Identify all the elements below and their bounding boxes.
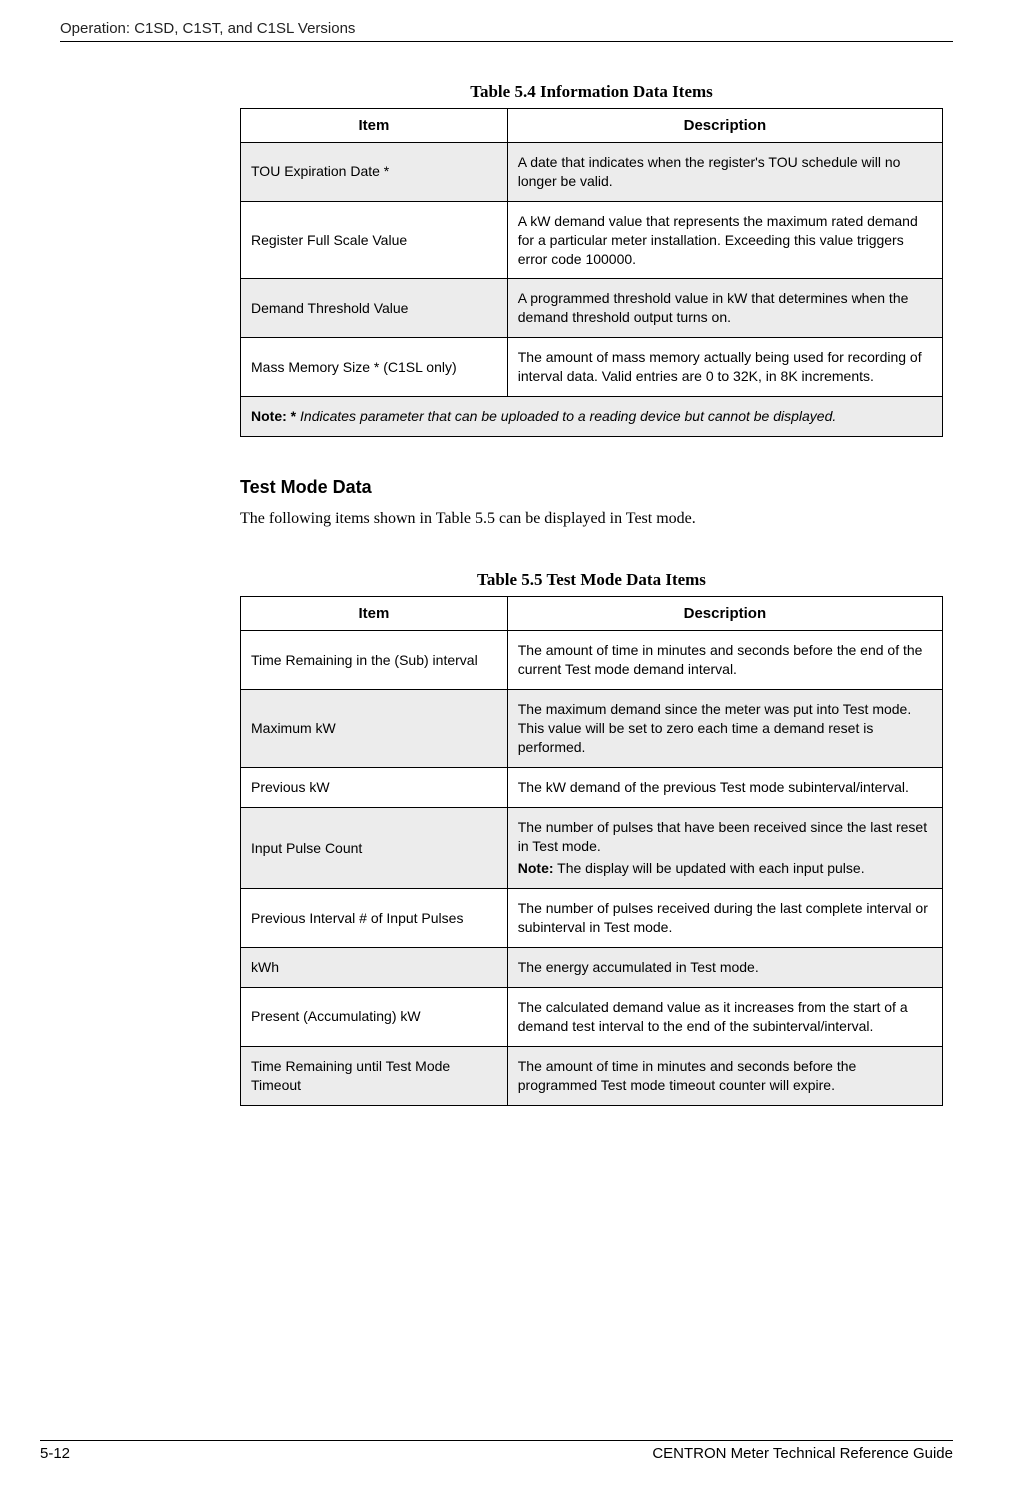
note-text: Indicates parameter that can be uploaded… xyxy=(296,408,836,424)
table-cell-item: TOU Expiration Date * xyxy=(241,143,508,202)
table-row: Input Pulse Count The number of pulses t… xyxy=(241,807,943,889)
table-cell-item: Previous Interval # of Input Pulses xyxy=(241,889,508,948)
desc-text: The number of pulses that have been rece… xyxy=(518,819,927,854)
table-cell-item: Time Remaining in the (Sub) interval xyxy=(241,631,508,690)
section-heading: Test Mode Data xyxy=(240,477,943,498)
table-cell-item: Present (Accumulating) kW xyxy=(241,987,508,1046)
table-note-row: Note: * Indicates parameter that can be … xyxy=(241,397,943,437)
footer-document-title: CENTRON Meter Technical Reference Guide xyxy=(652,1445,953,1462)
table-row: kWh The energy accumulated in Test mode. xyxy=(241,948,943,988)
table-row: Register Full Scale Value A kW demand va… xyxy=(241,201,943,279)
page-header: Operation: C1SD, C1ST, and C1SL Versions xyxy=(60,20,953,42)
table-cell-item: kWh xyxy=(241,948,508,988)
table-cell-item: Maximum kW xyxy=(241,690,508,768)
table-cell-desc: The number of pulses received during the… xyxy=(507,889,942,948)
table-5-5: Item Description Time Remaining in the (… xyxy=(240,596,943,1105)
table-cell-desc: The number of pulses that have been rece… xyxy=(507,807,942,889)
table-cell-desc: The maximum demand since the meter was p… xyxy=(507,690,942,768)
table-5-4-header-desc: Description xyxy=(507,109,942,143)
table-row: Mass Memory Size * (C1SL only) The amoun… xyxy=(241,338,943,397)
table-row: Time Remaining in the (Sub) interval The… xyxy=(241,631,943,690)
table-5-5-header-desc: Description xyxy=(507,597,942,631)
note-text: The display will be updated with each in… xyxy=(554,860,865,876)
table-cell-item: Register Full Scale Value xyxy=(241,201,508,279)
table-row: Previous kW The kW demand of the previou… xyxy=(241,767,943,807)
table-5-4: Item Description TOU Expiration Date * A… xyxy=(240,108,943,437)
table-row: Demand Threshold Value A programmed thre… xyxy=(241,279,943,338)
table-cell-desc: The energy accumulated in Test mode. xyxy=(507,948,942,988)
table-cell-desc: A kW demand value that represents the ma… xyxy=(507,201,942,279)
page-footer: 5-12 CENTRON Meter Technical Reference G… xyxy=(40,1440,953,1462)
table-cell-item: Input Pulse Count xyxy=(241,807,508,889)
table-cell-desc: The calculated demand value as it increa… xyxy=(507,987,942,1046)
page-content: Table 5.4 Information Data Items Item De… xyxy=(240,82,943,1106)
table-cell-item: Demand Threshold Value xyxy=(241,279,508,338)
table-row: Time Remaining until Test Mode Timeout T… xyxy=(241,1046,943,1105)
table-cell-item: Mass Memory Size * (C1SL only) xyxy=(241,338,508,397)
table-cell-item: Time Remaining until Test Mode Timeout xyxy=(241,1046,508,1105)
footer-page-number: 5-12 xyxy=(40,1445,70,1462)
table-cell-desc: The amount of time in minutes and second… xyxy=(507,631,942,690)
table-5-4-header-item: Item xyxy=(241,109,508,143)
table-cell-desc: A date that indicates when the register'… xyxy=(507,143,942,202)
table-row: Present (Accumulating) kW The calculated… xyxy=(241,987,943,1046)
table-row: Maximum kW The maximum demand since the … xyxy=(241,690,943,768)
note-label: Note: xyxy=(518,860,554,876)
table-row: Previous Interval # of Input Pulses The … xyxy=(241,889,943,948)
table-5-5-header-item: Item xyxy=(241,597,508,631)
table-cell-item: Previous kW xyxy=(241,767,508,807)
table-5-5-caption: Table 5.5 Test Mode Data Items xyxy=(240,570,943,590)
table-cell-desc: The amount of time in minutes and second… xyxy=(507,1046,942,1105)
table-note-cell: Note: * Indicates parameter that can be … xyxy=(241,397,943,437)
table-cell-desc: A programmed threshold value in kW that … xyxy=(507,279,942,338)
section-body: The following items shown in Table 5.5 c… xyxy=(240,508,943,530)
note-label: Note: * xyxy=(251,408,296,424)
table-cell-desc: The amount of mass memory actually being… xyxy=(507,338,942,397)
table-row: TOU Expiration Date * A date that indica… xyxy=(241,143,943,202)
table-cell-desc: The kW demand of the previous Test mode … xyxy=(507,767,942,807)
desc-note: Note: The display will be updated with e… xyxy=(518,859,932,878)
table-5-4-caption: Table 5.4 Information Data Items xyxy=(240,82,943,102)
